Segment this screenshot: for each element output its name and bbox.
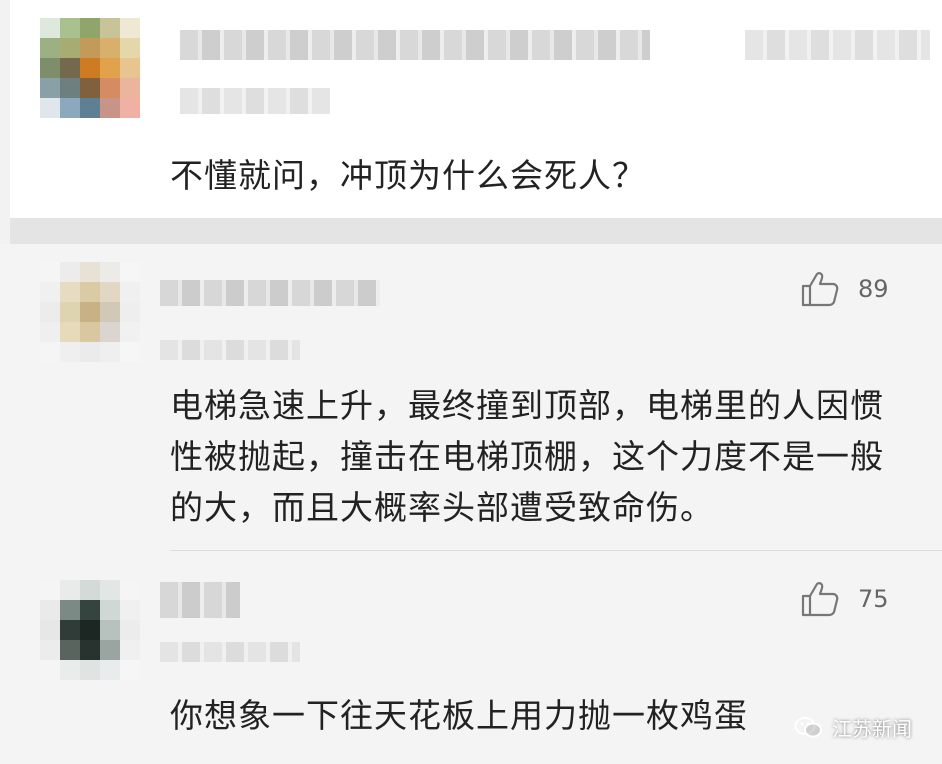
post-question: 不懂就问，冲顶为什么会死人？ [170,156,646,195]
thumbs-up-icon [801,272,839,307]
comment-text: 你想象一下往天花板上用力抛一枚鸡蛋 [170,696,748,735]
comment-text: 电梯急速上升，最终撞到顶部，电梯里的人因惯性被抛起，撞击在电梯顶棚，这个力度不是… [170,386,884,527]
avatar[interactable] [40,262,140,362]
blurred-timestamp [160,340,300,360]
wechat-channel-icon [794,716,822,737]
watermark: 江苏新闻 [794,713,912,742]
thumbs-up-icon [801,582,839,617]
comment-list: 89 电梯急速上升，最终撞到顶部，电梯里的人因惯性被抛起，撞击在电梯顶棚，这个力… [0,244,942,764]
blurred-timestamp [160,642,300,662]
like-button[interactable]: 75 [800,580,889,618]
like-count: 89 [858,275,889,303]
blurred-username [180,30,650,60]
avatar[interactable] [40,18,140,118]
comment-divider [170,550,942,551]
like-count: 75 [858,585,889,613]
blurred-meta [745,30,930,60]
watermark-label: 江苏新闻 [832,717,912,741]
blurred-username [160,280,380,306]
avatar[interactable] [40,580,140,680]
like-button[interactable]: 89 [800,270,889,308]
blurred-timestamp [180,88,330,114]
blurred-username [160,582,240,618]
section-divider [10,218,942,244]
original-post: 不懂就问，冲顶为什么会死人？ [10,0,942,218]
